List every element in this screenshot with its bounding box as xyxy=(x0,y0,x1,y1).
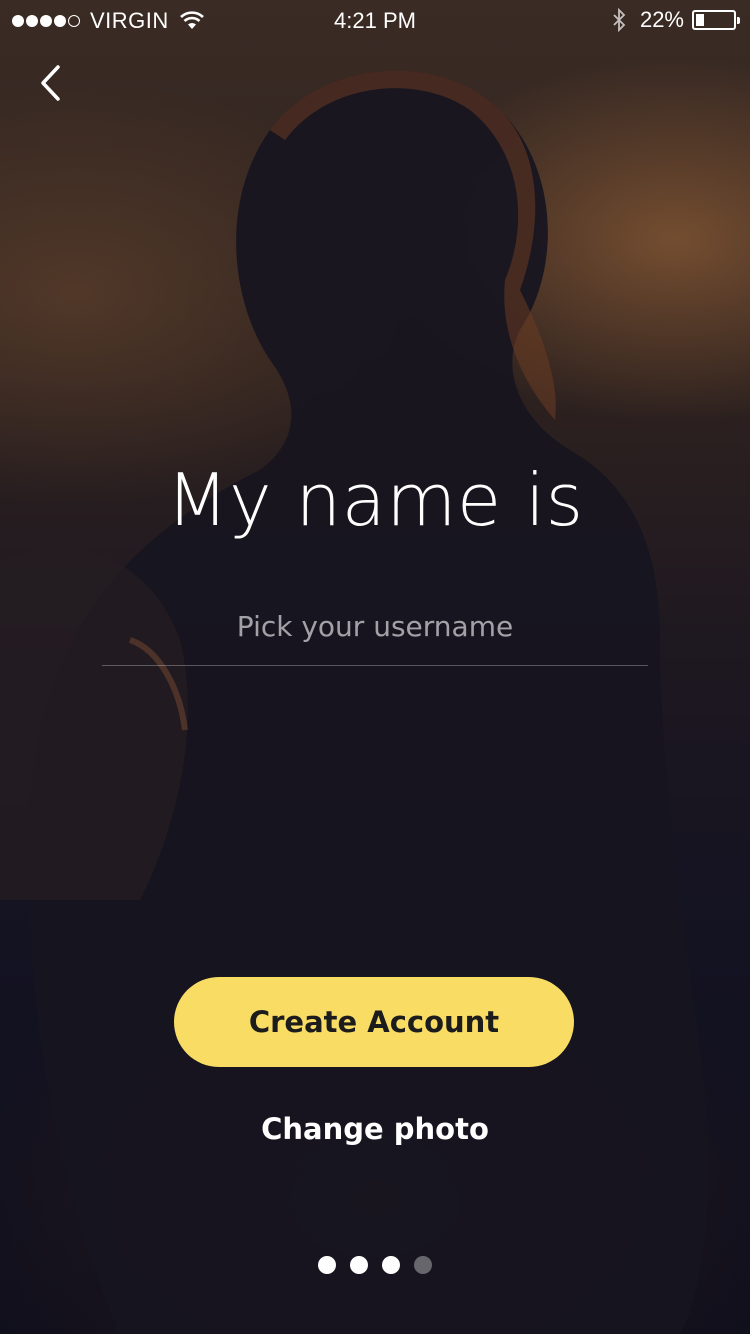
change-photo-button[interactable]: Change photo xyxy=(225,1100,525,1158)
username-input[interactable] xyxy=(102,596,648,656)
page-dot[interactable] xyxy=(382,1256,400,1274)
page-dot[interactable] xyxy=(350,1256,368,1274)
page-dot[interactable] xyxy=(318,1256,336,1274)
create-account-button[interactable]: Create Account xyxy=(174,977,574,1067)
page-dot[interactable] xyxy=(414,1256,432,1274)
status-right: 22% xyxy=(612,7,740,33)
battery-percent: 22% xyxy=(639,7,684,32)
chevron-left-icon xyxy=(41,65,60,101)
bluetooth-icon xyxy=(613,8,626,32)
username-field xyxy=(102,596,648,666)
signup-screen: VIRGIN 4:21 PM 22% My name is C xyxy=(0,0,750,1334)
battery-icon xyxy=(692,10,740,30)
status-bar: VIRGIN 4:21 PM 22% xyxy=(0,0,750,40)
battery-level-fill xyxy=(696,14,704,26)
page-indicator xyxy=(0,1256,750,1274)
page-title: My name is xyxy=(166,458,584,542)
back-button[interactable] xyxy=(28,58,72,108)
